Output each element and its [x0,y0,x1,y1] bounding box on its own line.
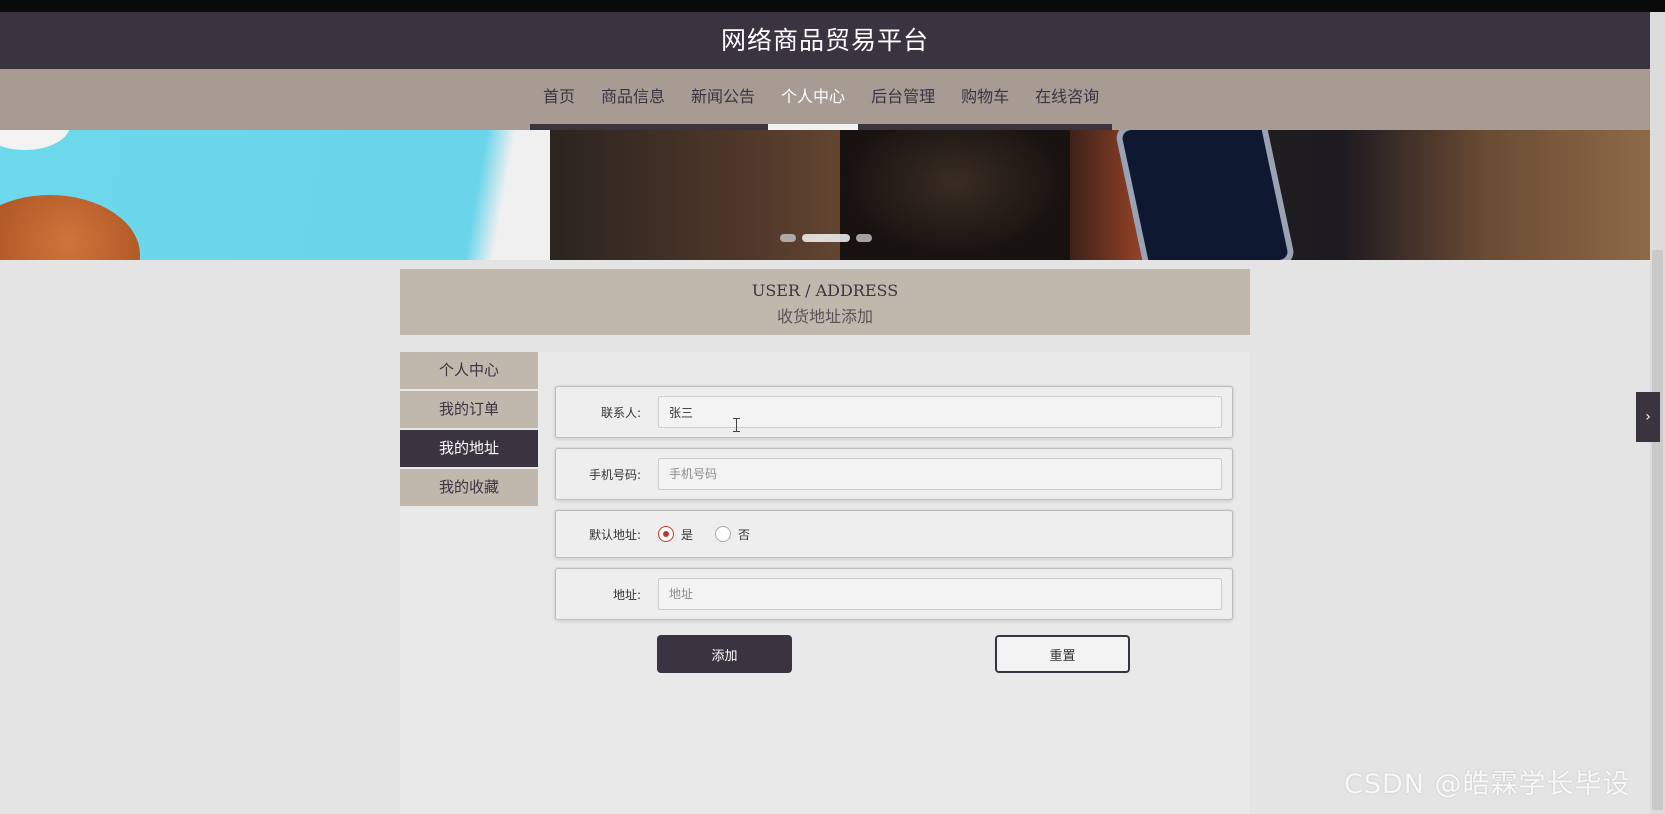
nav-item-home[interactable]: 首页 [530,69,589,130]
main-nav: 首页 商品信息 新闻公告 个人中心 后台管理 购物车 在线咨询 [0,69,1650,130]
nav-label: 个人中心 [781,87,846,106]
site-title: 网络商品贸易平台 [720,26,929,55]
window-top-bar [0,0,1665,12]
add-button[interactable]: 添加 [657,635,792,673]
carousel-dots [780,234,872,242]
watermark: CSDN @皓霖学长毕设 [1344,769,1631,800]
nav-label: 首页 [543,87,576,106]
banner-carousel[interactable] [0,130,1650,260]
carousel-dot-active[interactable] [802,234,850,242]
user-sidebar: 个人中心 我的订单 我的地址 我的收藏 [400,352,538,508]
radio-no-label[interactable]: 否 [738,526,750,543]
sidebar-item-my-favorites[interactable]: 我的收藏 [400,469,538,506]
page-title-en: USER / ADDRESS [751,281,899,300]
form-row-default-address: 默认地址: 是 否 [555,510,1233,558]
phone-label: 手机号码: [588,467,641,482]
carousel-dot[interactable] [780,234,796,242]
contact-input[interactable] [658,396,1222,428]
form-row-phone: 手机号码: [555,448,1233,500]
side-panel-toggle[interactable]: › [1636,392,1660,442]
contact-label: 联系人: [600,405,641,420]
nav-item-cart[interactable]: 购物车 [948,69,1023,130]
sidebar-item-my-address[interactable]: 我的地址 [400,430,538,467]
page-title-box: USER / ADDRESS 收货地址添加 [400,269,1250,335]
text-cursor-icon [732,418,742,432]
nav-item-news[interactable]: 新闻公告 [678,69,769,130]
nav-item-consult[interactable]: 在线咨询 [1022,69,1113,130]
nav-label: 新闻公告 [691,87,756,106]
sidebar-item-my-orders[interactable]: 我的订单 [400,391,538,428]
banner-image-left [0,130,550,260]
nav-label: 购物车 [961,87,1010,106]
address-label: 地址: [612,587,641,602]
nav-label: 商品信息 [601,87,666,106]
form-row-address: 地址: [555,568,1233,620]
default-address-label: 默认地址: [588,527,641,542]
nav-item-personal-center[interactable]: 个人中心 [768,69,859,130]
nav-item-products[interactable]: 商品信息 [588,69,679,130]
radio-yes-label[interactable]: 是 [681,526,693,543]
default-address-radio-group: 是 否 [658,511,772,557]
address-form: 联系人: 手机号码: 默认地址: 是 否 地址: [555,386,1233,630]
nav-label: 后台管理 [871,87,936,106]
phone-input[interactable] [658,458,1222,490]
main-content: 个人中心 我的订单 我的地址 我的收藏 联系人: 手机号码: 默认地址: 是 否… [400,352,1250,814]
site-header: 网络商品贸易平台 [0,12,1650,69]
nav-item-admin[interactable]: 后台管理 [858,69,949,130]
form-row-contact: 联系人: [555,386,1233,438]
page-scrollbar-thumb[interactable] [1652,250,1663,810]
radio-no[interactable] [715,526,732,542]
nav-label: 在线咨询 [1035,87,1100,106]
sidebar-item-personal-center[interactable]: 个人中心 [400,352,538,389]
reset-button[interactable]: 重置 [995,635,1130,673]
page-title-zh: 收货地址添加 [776,307,873,326]
address-input[interactable] [658,578,1222,610]
chevron-right-icon: › [1645,409,1651,425]
banner-image-main [550,130,1650,260]
radio-yes[interactable] [658,526,674,542]
carousel-dot[interactable] [856,234,872,242]
